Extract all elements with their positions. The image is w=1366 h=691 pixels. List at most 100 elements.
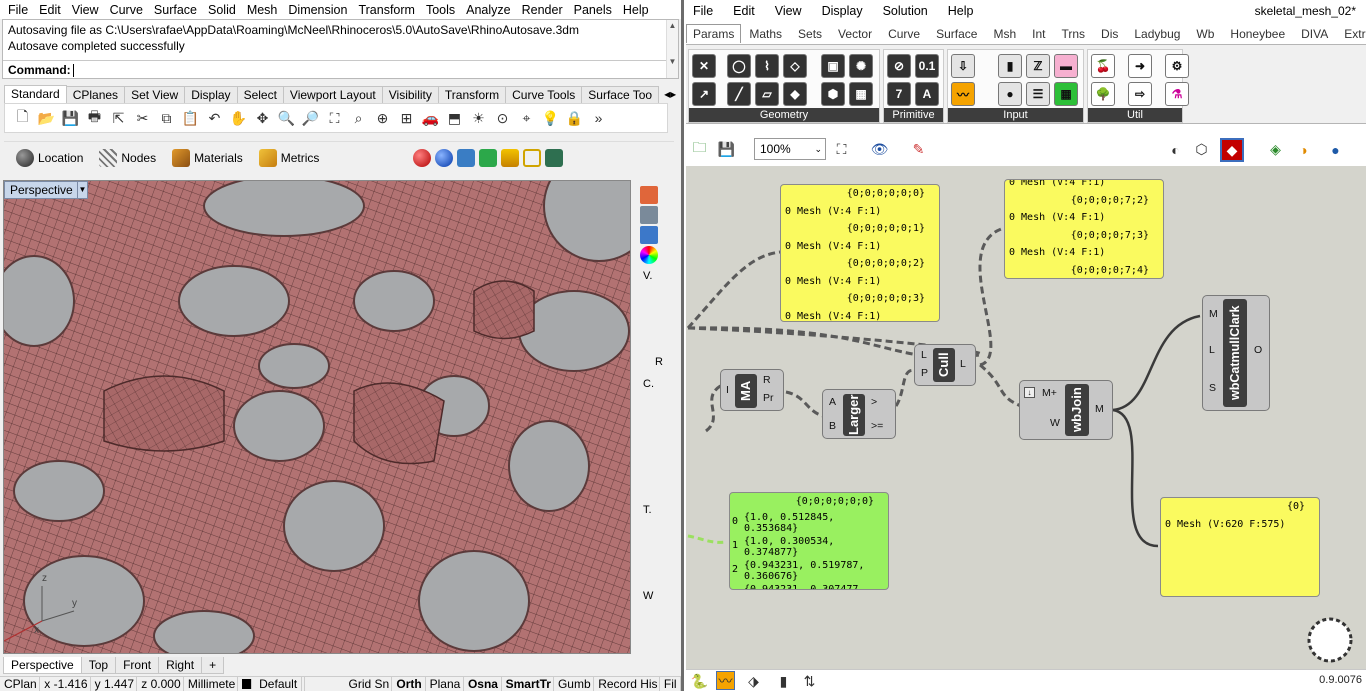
lightbulb-icon[interactable]: 💡 [541, 109, 560, 128]
status-record-history[interactable]: Record His [594, 677, 660, 691]
copy-icon[interactable]: ⧉ [157, 109, 176, 128]
materials-button[interactable]: Materials [166, 147, 249, 169]
menu-analyze[interactable]: Analyze [462, 3, 517, 17]
toggle-icon[interactable]: ▮ [774, 672, 793, 691]
zoom-extents-icon[interactable]: ⛶ [325, 109, 344, 128]
color-wheel-icon[interactable] [640, 246, 658, 264]
menu-mesh[interactable]: Mesh [243, 3, 285, 17]
mesh-param-icon[interactable]: ✺ [849, 54, 873, 78]
preview-eye-icon[interactable]: 👁 [870, 140, 889, 159]
gh-menu-file[interactable]: File [693, 4, 713, 18]
preview-selected-icon[interactable]: ◆ [1220, 138, 1244, 162]
gh-menu-help[interactable]: Help [948, 4, 974, 18]
preview-material-icon[interactable]: ◑ [1294, 140, 1313, 159]
menu-view[interactable]: View [68, 3, 106, 17]
menu-tools[interactable]: Tools [422, 3, 462, 17]
display-sphere-icon[interactable]: ● [1326, 140, 1345, 159]
galapagos-icon[interactable]: ⚙ [1165, 54, 1189, 78]
paste-icon[interactable]: 📋 [181, 109, 200, 128]
zoom-window-icon[interactable]: 🔎 [301, 109, 320, 128]
graph-mapper-icon[interactable]: 〰 [951, 82, 975, 106]
circle-param-icon[interactable]: ◯ [727, 54, 751, 78]
data-dam-icon[interactable]: ➜ [1128, 54, 1152, 78]
gh-menu-view[interactable]: View [775, 4, 802, 18]
status-grid-snap[interactable]: Grid Sn [345, 677, 393, 691]
preview-wire-icon[interactable]: ⬡ [1192, 140, 1211, 159]
panel-mesh-list-2[interactable]: 0 Mesh (V:4 F:1) {0;0;0;0;7;2} 0 Mesh (V:4… [1004, 179, 1164, 279]
help-icon[interactable] [640, 226, 658, 244]
gh-menu-solution[interactable]: Solution [883, 4, 928, 18]
tab-cplanes[interactable]: CPlanes [65, 86, 126, 103]
save-icon[interactable]: 💾 [717, 140, 736, 159]
panel-mesh-list[interactable]: {0;0;0;0;0;0} 0 Mesh (V:4 F:1) {0;0;0;0;0;… [780, 184, 940, 322]
menu-panels[interactable]: Panels [570, 3, 619, 17]
menu-help[interactable]: Help [619, 3, 656, 17]
integer-param-icon[interactable]: 7 [887, 82, 911, 106]
bake-icon[interactable]: ⬗ [744, 672, 763, 691]
tab-set-view[interactable]: Set View [124, 86, 186, 103]
menu-surface[interactable]: Surface [150, 3, 204, 17]
gh-menu-display[interactable]: Display [822, 4, 863, 18]
color-swatch-icon[interactable]: ▦ [1054, 82, 1078, 106]
component-larger[interactable]: A B Larger > >= [822, 389, 896, 439]
history-scrollbar[interactable]: ▲ ▼ [666, 20, 678, 78]
gh-tab-trns[interactable]: Trns [1053, 25, 1093, 43]
tab-surface-too[interactable]: Surface Too [581, 86, 660, 103]
status-gumball[interactable]: Gumb [554, 677, 595, 691]
menu-dimension[interactable]: Dimension [284, 3, 354, 17]
slider-icon[interactable]: ▬ [1054, 54, 1078, 78]
add-viewport-tab-icon[interactable]: + [201, 656, 225, 674]
car-icon[interactable]: 🚗 [421, 109, 440, 128]
flask-icon[interactable]: ⚗ [1165, 82, 1189, 106]
sort-az-icon[interactable]: ⇅ [800, 672, 819, 691]
tab-visibility[interactable]: Visibility [381, 86, 439, 103]
gh-tab-sets[interactable]: Sets [790, 25, 830, 43]
relay-icon[interactable]: ⇨ [1128, 82, 1152, 106]
menu-solid[interactable]: Solid [204, 3, 243, 17]
tab-curve-tools[interactable]: Curve Tools [505, 86, 583, 103]
sketch-pen-icon[interactable]: ✎ [909, 140, 928, 159]
sun-icon[interactable]: ☀ [469, 109, 488, 128]
status-smarttrack[interactable]: SmartTr [502, 677, 554, 691]
button-icon[interactable]: ● [998, 82, 1022, 106]
menu-file[interactable]: File [4, 3, 35, 17]
perspective-viewport[interactable]: z y x [3, 180, 631, 654]
status-osnap[interactable]: Osna [464, 677, 502, 691]
layers-icon[interactable] [640, 186, 658, 204]
gh-tab-msh[interactable]: Msh [985, 25, 1024, 43]
viewport-tab-perspective[interactable]: Perspective [3, 656, 82, 674]
menu-curve[interactable]: Curve [106, 3, 150, 17]
open-folder-icon[interactable]: 📂 [37, 109, 56, 128]
location-button[interactable]: Location [10, 147, 89, 169]
status-cplane[interactable]: CPlan [0, 677, 41, 691]
bounding-box-icon[interactable] [523, 149, 542, 167]
text-param-icon[interactable]: A [915, 82, 939, 106]
menu-transform[interactable]: Transform [354, 3, 422, 17]
gh-tab-surface[interactable]: Surface [928, 25, 985, 43]
status-layer[interactable]: Default [238, 677, 305, 691]
viewport-layout-icon[interactable]: ⊞ [397, 109, 416, 128]
pan-hand-icon[interactable]: ✋ [229, 109, 248, 128]
viewport-tab-right[interactable]: Right [158, 656, 203, 674]
group-param-icon[interactable]: ▦ [849, 82, 873, 106]
boolean-param-icon[interactable]: ⊘ [887, 54, 911, 78]
tab-display[interactable]: Display [184, 86, 238, 103]
gh-tab-diva[interactable]: DIVA [1293, 25, 1336, 43]
tab-viewport-layout[interactable]: Viewport Layout [282, 86, 383, 103]
gh-tab-vector[interactable]: Vector [830, 25, 880, 43]
status-planar[interactable]: Plana [426, 677, 464, 691]
blue-sphere-icon[interactable] [435, 149, 454, 167]
gh-tab-int[interactable]: Int [1024, 25, 1053, 43]
viewport-tab-front[interactable]: Front [115, 656, 160, 674]
gh-menu-edit[interactable]: Edit [733, 4, 755, 18]
toggle-icon[interactable]: ▮ [998, 54, 1022, 78]
gh-tab-extra[interactable]: Extra [1336, 25, 1366, 43]
point-param-icon[interactable]: ✕ [692, 54, 716, 78]
component-wbcatmullclark[interactable]: M L S wbCatmullClark O [1202, 295, 1270, 411]
undo-icon[interactable]: ↶ [205, 109, 224, 128]
curve-param-icon[interactable]: ⌇ [755, 54, 779, 78]
component-ma[interactable]: I MA R Pr [720, 369, 784, 411]
plane-param-icon[interactable]: ▱ [755, 82, 779, 106]
gh-canvas[interactable]: {0;0;0;0;0;0} 0 Mesh (V:4 F:1) {0;0;0;0;0;… [686, 166, 1366, 669]
line-param-icon[interactable]: ╱ [727, 82, 751, 106]
